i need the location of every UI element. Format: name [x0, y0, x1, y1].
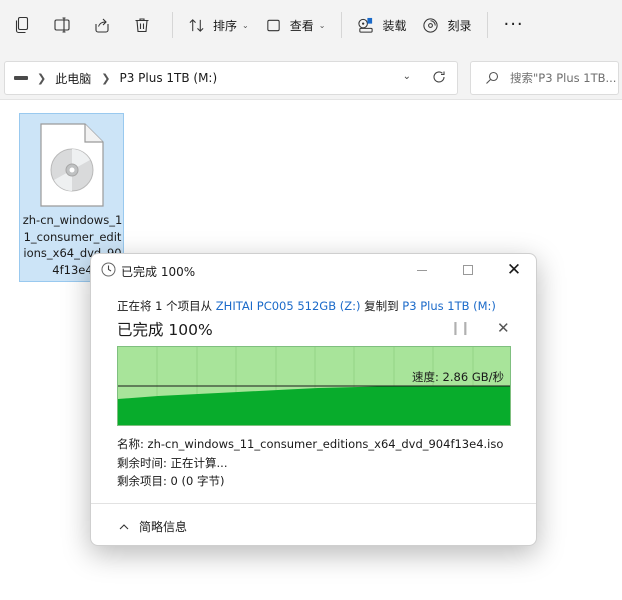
search-box[interactable]: 搜索"P3 Plus 1TB...: [470, 61, 619, 95]
transfer-speed-graph: 速度: 2.86 GB/秒: [117, 346, 511, 426]
copy-mid: 复制到: [360, 299, 403, 313]
pause-icon[interactable]: ❙❙: [450, 321, 471, 336]
fewer-details-toggle[interactable]: 简略信息: [119, 518, 187, 535]
cancel-copy-icon[interactable]: ✕: [497, 319, 510, 337]
maximize-button[interactable]: [445, 254, 491, 286]
dialog-divider: [91, 503, 536, 504]
chevron-up-icon: [119, 523, 129, 529]
destination-link[interactable]: P3 Plus 1TB (M:): [402, 299, 496, 313]
sort-button[interactable]: 排序 ⌄: [182, 9, 255, 41]
history-dropdown-icon[interactable]: ⌄: [403, 71, 411, 82]
fewer-details-label: 简略信息: [139, 520, 188, 534]
toolbar-separator: [487, 12, 489, 38]
breadcrumb-this-pc[interactable]: 此电脑: [55, 70, 91, 87]
view-icon: [267, 19, 280, 31]
sort-icon: [189, 18, 204, 32]
sort-label: 排序: [213, 18, 238, 33]
view-button[interactable]: 查看 ⌄: [259, 9, 332, 41]
command-bar: 排序 ⌄ 查看 ⌄ 装载 刻录 ···: [0, 0, 622, 50]
breadcrumb-drive[interactable]: P3 Plus 1TB (M:): [119, 71, 217, 85]
mount-button[interactable]: 装载: [351, 9, 412, 41]
mount-label: 装载: [382, 18, 407, 33]
copy-icon[interactable]: [6, 9, 38, 41]
close-button[interactable]: ✕: [491, 254, 536, 286]
copy-prefix: 正在将 1 个项目从: [117, 299, 216, 313]
chevron-down-icon: ⌄: [318, 20, 326, 30]
minimize-button[interactable]: [399, 254, 445, 286]
copy-progress-dialog: 已完成 100% ✕ 正在将 1 个项目从 ZHITAI PC005 512GB…: [90, 253, 537, 546]
search-icon: [486, 71, 499, 84]
drive-icon: [14, 76, 28, 80]
speed-readout: 速度: 2.86 GB/秒: [412, 370, 504, 384]
delete-icon[interactable]: [126, 9, 158, 41]
burn-button[interactable]: 刻录: [416, 9, 477, 41]
mount-icon: [358, 17, 374, 33]
address-bar[interactable]: ❯ 此电脑 ❯ P3 Plus 1TB (M:) ⌄: [4, 61, 458, 95]
time-remaining-line: 剩余时间: 正在计算...: [117, 456, 228, 470]
progress-status: 已完成 100%: [117, 321, 213, 339]
search-placeholder: 搜索"P3 Plus 1TB...: [510, 71, 617, 85]
items-remaining-line: 剩余项目: 0 (0 字节): [117, 474, 225, 488]
maximize-icon: [463, 265, 473, 275]
share-icon[interactable]: [86, 9, 118, 41]
more-options-icon[interactable]: ···: [503, 16, 523, 34]
copy-description: 正在将 1 个项目从 ZHITAI PC005 512GB (Z:) 复制到 P…: [117, 298, 496, 314]
speed-graph-canvas: [118, 347, 510, 425]
dialog-title-bar[interactable]: 已完成 100% ✕: [91, 254, 536, 286]
rename-icon[interactable]: [46, 9, 78, 41]
file-name-line: 名称: zh-cn_windows_11_consumer_editions_x…: [117, 437, 504, 451]
toolbar-separator: [172, 12, 173, 38]
refresh-icon[interactable]: [431, 69, 447, 85]
burn-label: 刻录: [447, 18, 472, 33]
toolbar-separator: [341, 12, 343, 38]
clock-icon: [101, 262, 116, 277]
burn-icon: [423, 17, 439, 33]
dialog-title: 已完成 100%: [121, 265, 196, 279]
breadcrumb-chevron-icon: ❯: [37, 71, 47, 85]
source-link[interactable]: ZHITAI PC005 512GB (Z:): [216, 299, 361, 313]
breadcrumb-chevron-icon: ❯: [101, 71, 111, 85]
minimize-icon: [417, 269, 427, 271]
chevron-down-icon: ⌄: [242, 20, 249, 30]
disc-image-file-icon: [40, 123, 104, 207]
address-row: ❯ 此电脑 ❯ P3 Plus 1TB (M:) ⌄ 搜索"P3 Plus 1T…: [0, 50, 622, 100]
close-icon: ✕: [506, 259, 522, 280]
view-label: 查看: [289, 18, 314, 33]
